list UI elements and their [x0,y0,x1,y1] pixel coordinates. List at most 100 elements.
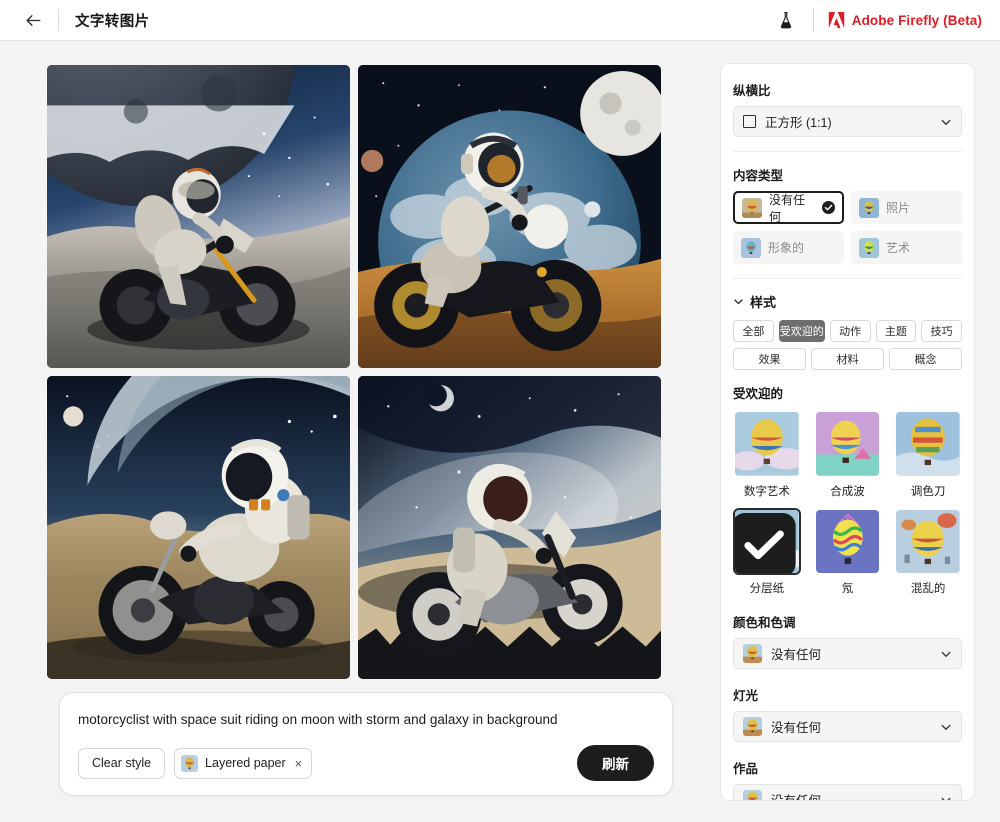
arrow-left-icon [25,14,41,26]
result-image-1[interactable] [46,65,350,368]
content-type-option-graphic[interactable]: 形象的 [733,231,844,264]
header-divider-2 [812,8,814,32]
balloon-thumb-icon [815,412,880,476]
back-button[interactable] [18,5,48,35]
brand-text: Adobe Firefly (Beta) [851,12,982,28]
aspect-ratio-select[interactable]: 正方形 (1:1) [733,106,962,137]
style-section-header[interactable]: 样式 [733,292,962,311]
style-option-label: 混乱的 [910,583,946,596]
balloon-thumb-icon [181,754,199,772]
style-filter-chips: 全部 受欢迎的 动作 主题 技巧 效果 材料 概念 [733,320,962,370]
style-option-palette-knife[interactable]: 调色刀 [894,410,962,499]
results-area: motorcyclist with space suit riding on m… [0,41,707,822]
balloon-thumb-icon [896,509,960,574]
app-body: motorcyclist with space suit riding on m… [0,41,1000,822]
style-filter-technique[interactable]: 技巧 [921,320,962,342]
content-type-label-none: 没有任何 [769,192,806,224]
result-image-3[interactable] [46,376,350,679]
style-filter-materials[interactable]: 材料 [811,348,884,370]
result-image-4[interactable] [357,376,661,679]
style-filter-movement[interactable]: 动作 [829,320,871,342]
style-filter-effects[interactable]: 效果 [733,348,806,370]
style-chip-label: Layered paper [205,756,286,770]
result-image-2[interactable] [357,65,661,368]
content-type-option-none[interactable]: 没有任何 [733,191,844,224]
beta-lab-button[interactable] [772,6,800,34]
app-header: 文字转图片 Adobe Firefly (Beta) [0,0,1000,41]
aspect-ratio-value: 正方形 (1:1) [765,116,832,130]
lighting-label: 灯光 [733,689,759,704]
panel-divider-2 [733,278,962,279]
balloon-thumb-icon [743,790,762,800]
style-option-label: 数字艺术 [743,485,790,498]
composition-select[interactable]: 没有任何 [733,784,962,800]
style-filter-popular[interactable]: 受欢迎的 [778,320,825,342]
style-option-label: 分层纸 [749,583,785,596]
style-thumbnail [814,508,882,576]
balloon-thumb-icon [859,197,879,218]
color-tone-value: 没有任何 [771,648,822,663]
generated-image-4 [357,376,661,679]
style-option-layered-paper[interactable]: 分层纸 [733,507,801,597]
style-option-neon[interactable]: 氖 [814,508,882,597]
content-type-label-graphic: 形象的 [768,241,805,255]
balloon-thumb-icon [743,644,762,664]
color-tone-select[interactable]: 没有任何 [733,638,962,670]
composition-value: 没有任何 [771,790,821,800]
style-thumbnail-grid: 数字艺术 合成波 调色刀 分层纸 氖 混乱的 [733,410,962,596]
square-icon [743,115,756,128]
generated-image-3 [46,376,350,679]
clear-style-button[interactable]: Clear style [78,747,166,779]
check-badge-icon [734,512,796,574]
chevron-down-icon [941,119,951,125]
header-actions: Adobe Firefly (Beta) [772,6,982,34]
style-option-digital-art[interactable]: 数字艺术 [733,410,801,499]
chevron-down-icon [941,724,951,730]
style-group-label: 受欢迎的 [733,387,784,401]
balloon-thumb-icon [743,717,762,737]
balloon-thumb-icon [896,412,960,476]
content-type-label-photo: 照片 [886,201,911,215]
lighting-select[interactable]: 没有任何 [733,711,962,743]
style-filter-concepts[interactable]: 概念 [889,348,962,370]
style-filter-row-2: 效果 材料 概念 [733,348,962,370]
lighting-section: 灯光 没有任何 [733,685,962,743]
chevron-down-icon [734,299,743,305]
style-filter-all[interactable]: 全部 [733,320,774,342]
style-thumbnail [733,507,801,576]
balloon-thumb-icon [815,509,880,574]
generated-image-2 [357,65,661,368]
refresh-button[interactable]: 刷新 [577,745,654,781]
color-tone-label: 颜色和色调 [733,616,796,631]
header-divider [58,9,59,31]
close-icon[interactable]: × [295,756,303,771]
generated-image-1 [46,65,350,368]
balloon-thumb-icon [859,237,879,258]
color-tone-section: 颜色和色调 没有任何 [733,612,962,670]
content-type-option-photo[interactable]: 照片 [851,191,962,224]
brand-logo[interactable]: Adobe Firefly (Beta) [827,11,982,29]
prompt-bar: motorcyclist with space suit riding on m… [59,691,673,796]
prompt-actions: Clear style Layered paper × 刷新 [78,745,654,781]
balloon-thumb-icon [741,237,761,258]
settings-panel: 纵横比 正方形 (1:1) 内容类型 没有任何 照片 形象的 艺术 样式 全部 … [720,63,975,801]
style-option-synthwave[interactable]: 合成波 [814,410,882,499]
content-type-option-art[interactable]: 艺术 [851,231,962,264]
style-filter-row-1: 全部 受欢迎的 动作 主题 技巧 [733,320,962,342]
prompt-input[interactable]: motorcyclist with space suit riding on m… [78,711,654,729]
style-option-label: 合成波 [830,485,865,498]
style-chip-layered-paper[interactable]: Layered paper × [174,747,313,779]
composition-label: 作品 [733,762,759,777]
style-option-label: 调色刀 [910,485,946,498]
style-thumbnail [894,410,962,478]
chevron-down-icon [941,797,951,800]
page-title: 文字转图片 [75,13,150,30]
style-section-label: 样式 [750,295,777,310]
panel-divider-1 [733,151,962,152]
style-option-chaotic[interactable]: 混乱的 [894,508,962,597]
aspect-ratio-label: 纵横比 [733,84,771,98]
style-thumbnail [814,410,882,478]
style-filter-theme[interactable]: 主题 [875,320,917,342]
content-type-options: 没有任何 照片 形象的 艺术 [733,191,962,264]
style-option-label: 氖 [841,583,854,596]
